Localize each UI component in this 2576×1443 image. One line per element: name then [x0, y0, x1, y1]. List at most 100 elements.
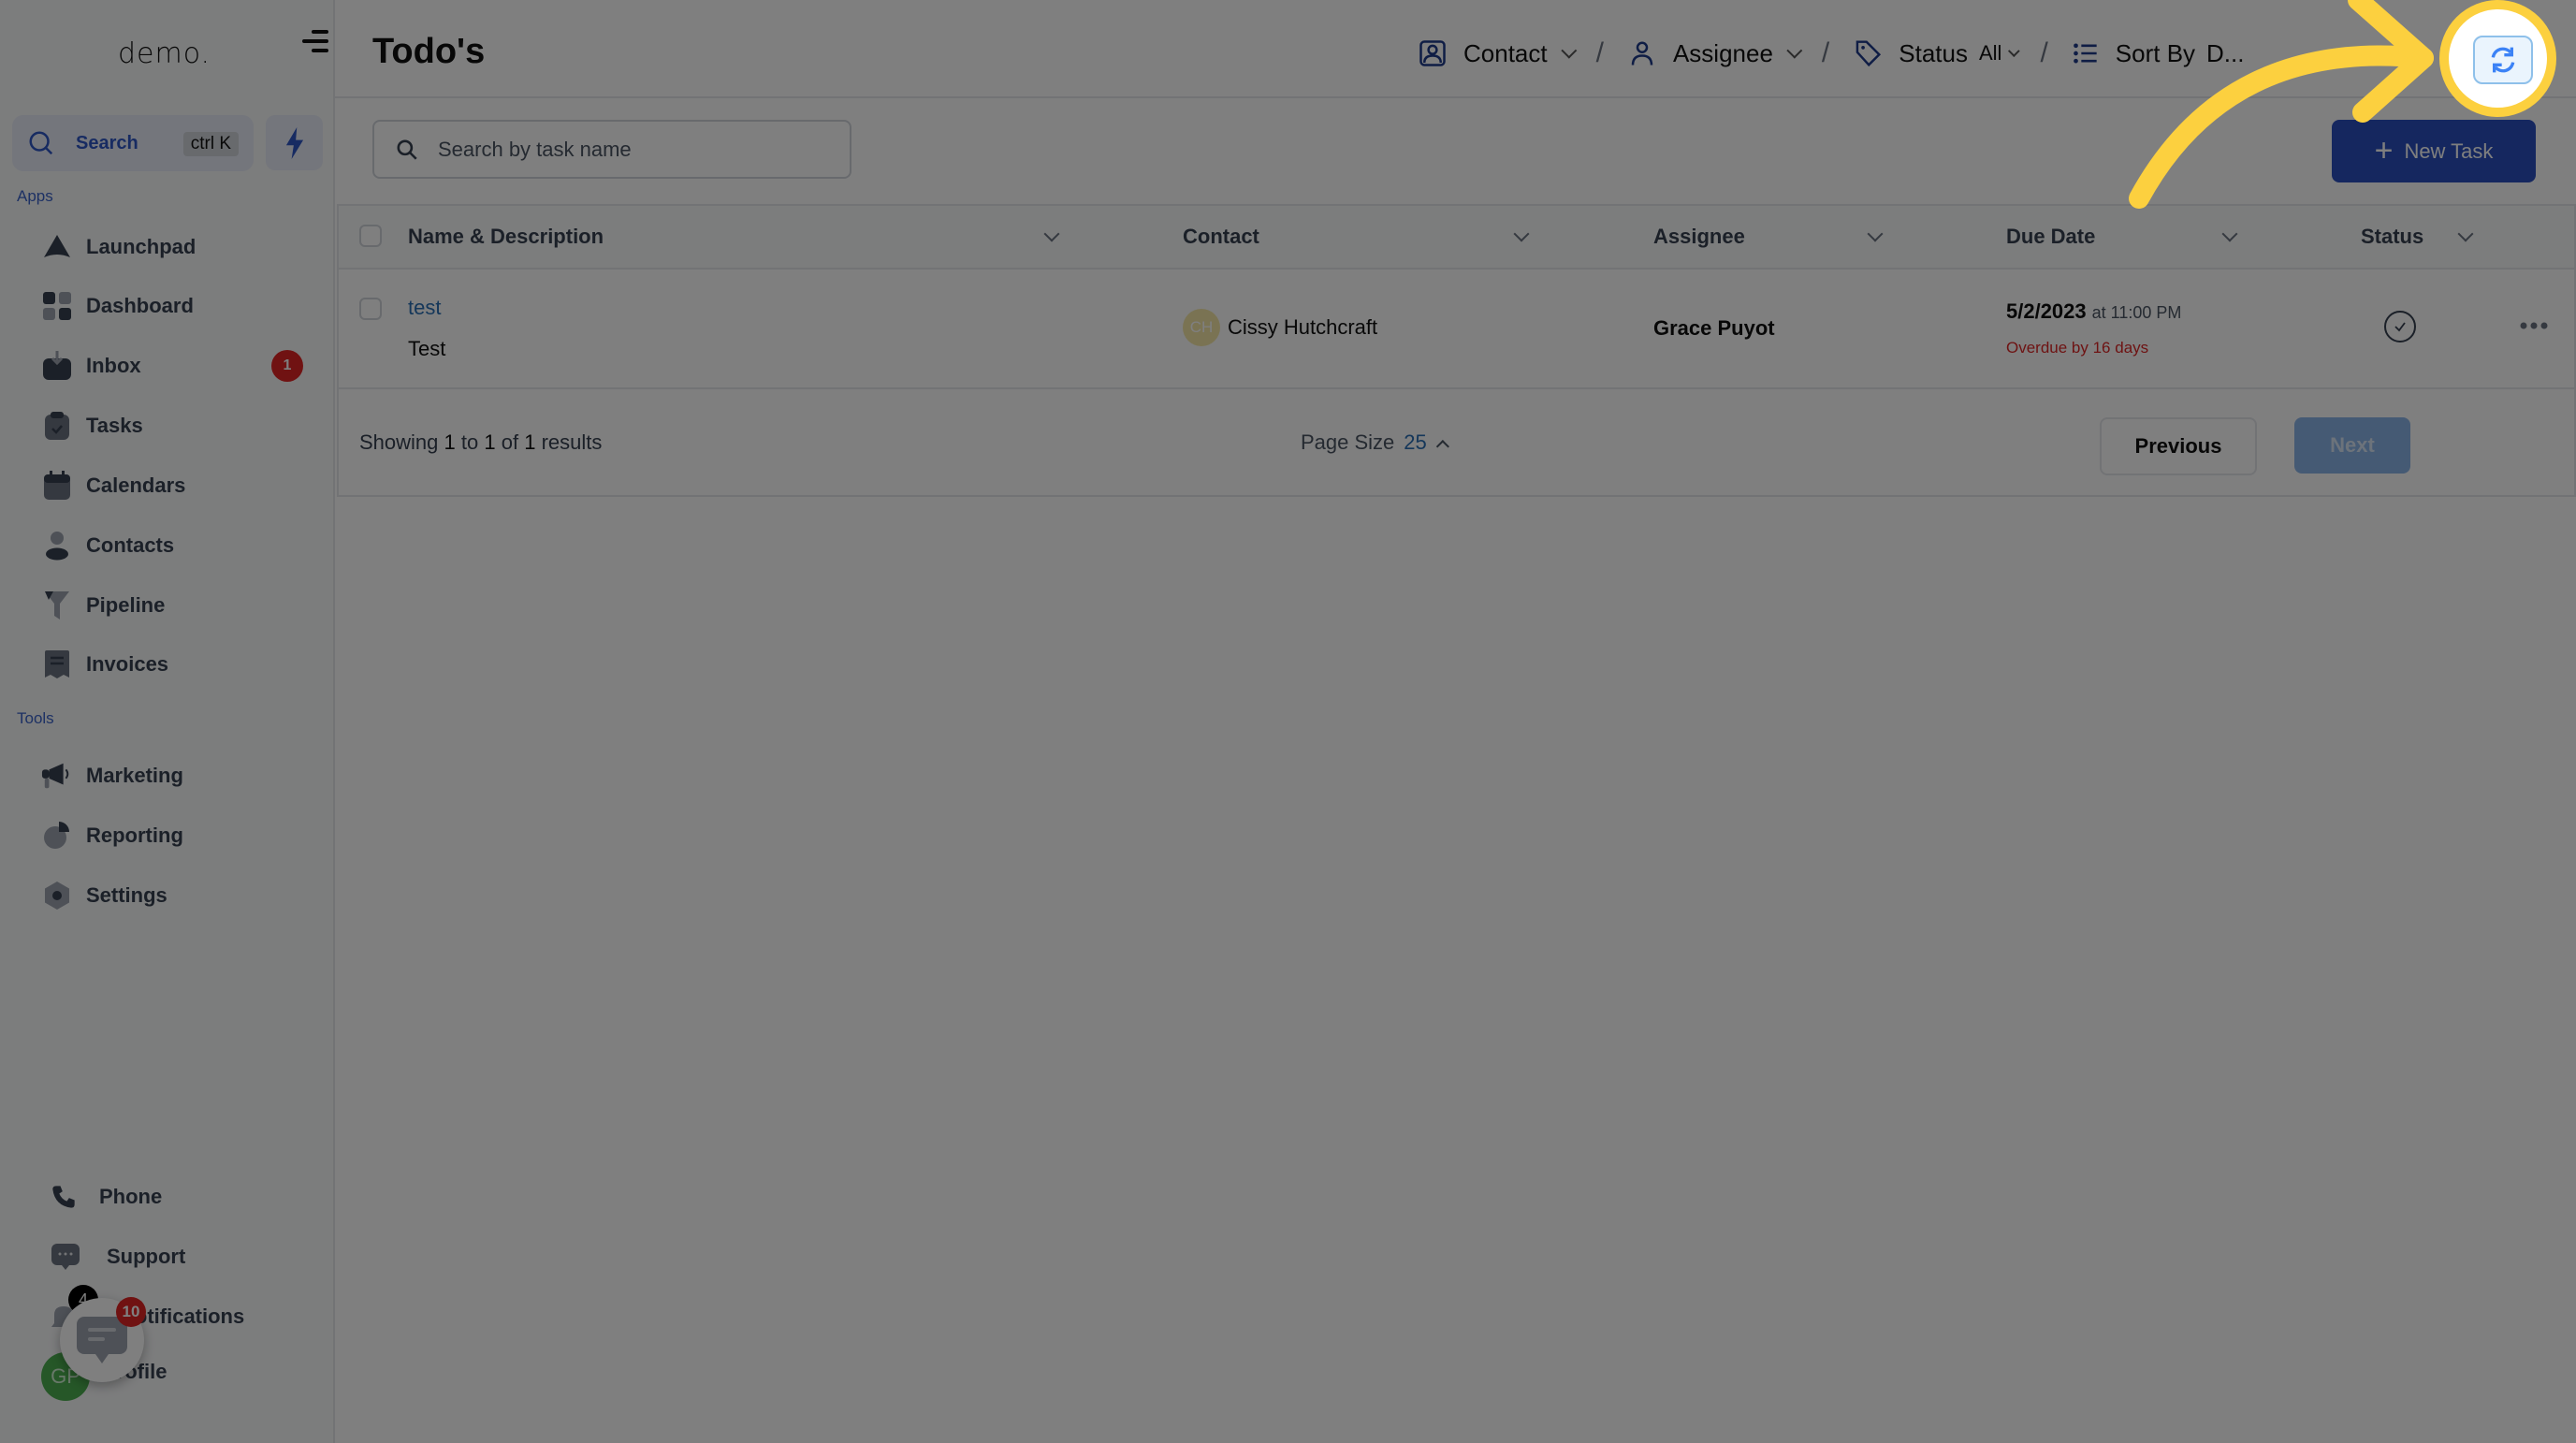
- menu-icon-bar: [302, 39, 328, 43]
- sidebar-item-dashboard[interactable]: Dashboard: [41, 284, 303, 328]
- menu-icon-bar: [312, 49, 328, 52]
- tools-section-label: Tools: [17, 709, 54, 727]
- person-icon: [41, 530, 73, 561]
- mark-complete-button[interactable]: [2384, 311, 2416, 343]
- lightning-icon: [285, 126, 303, 159]
- apps-section-label: Apps: [17, 187, 53, 205]
- filter-separator: /: [2040, 37, 2048, 68]
- chevron-down-icon[interactable]: [1043, 226, 1060, 242]
- sidebar-item-label: Contacts: [86, 533, 175, 557]
- select-all-checkbox[interactable]: [359, 225, 382, 247]
- sidebar-item-phone[interactable]: Phone: [51, 1175, 162, 1218]
- phone-icon: [52, 1186, 75, 1208]
- search-icon: [29, 131, 53, 155]
- megaphone-icon: [41, 760, 73, 792]
- contact-filter[interactable]: Contact: [1419, 38, 1577, 68]
- contact-cell[interactable]: CH Cissy Hutchcraft: [1183, 309, 1377, 346]
- status-filter-label: Status: [1899, 38, 1968, 67]
- results-text: results: [541, 430, 603, 454]
- assignee-filter[interactable]: Assignee: [1628, 38, 1803, 68]
- pie-chart-icon: [41, 820, 73, 852]
- of-text: of: [501, 430, 519, 454]
- assignee-name: Grace Puyot: [1653, 316, 1775, 340]
- previous-page-button[interactable]: Previous: [2100, 417, 2257, 475]
- sidebar: demo. Search ctrl K Apps Launchpad Dashb…: [0, 0, 335, 1443]
- sidebar-item-label: Inbox: [86, 354, 141, 377]
- due-date: 5/2/2023 at 11:00 PM: [2006, 299, 2181, 324]
- page-size-selector[interactable]: Page Size 25: [1301, 430, 1449, 455]
- next-page-button[interactable]: Next: [2294, 417, 2410, 474]
- showing-text: Showing: [359, 430, 439, 454]
- sidebar-item-label: Marketing: [86, 764, 183, 787]
- refresh-icon: [2491, 47, 2515, 73]
- quick-actions-button[interactable]: [266, 115, 323, 170]
- logo: demo.: [118, 37, 211, 70]
- new-task-button[interactable]: + New Task: [2332, 120, 2536, 182]
- chevron-up-icon: [1435, 440, 1449, 454]
- column-header-status[interactable]: Status: [2361, 225, 2423, 249]
- column-header-assignee[interactable]: Assignee: [1653, 225, 1745, 249]
- table-row: test Test CH Cissy Hutchcraft Grace Puyo…: [339, 270, 2574, 389]
- to-text: to: [460, 430, 479, 454]
- row-checkbox[interactable]: [359, 298, 382, 320]
- sidebar-item-inbox[interactable]: Inbox 1: [41, 343, 303, 388]
- more-options-button[interactable]: [2519, 313, 2549, 331]
- sidebar-item-pipeline[interactable]: Pipeline: [41, 583, 303, 628]
- sort-by-dropdown[interactable]: Sort By D...: [2073, 38, 2377, 68]
- page-size-label: Page Size: [1301, 430, 1395, 454]
- funnel-icon: [41, 590, 73, 621]
- sidebar-item-launchpad[interactable]: Launchpad: [41, 225, 303, 270]
- sidebar-item-contacts[interactable]: Contacts: [41, 523, 303, 568]
- refresh-button[interactable]: [2473, 36, 2533, 84]
- sidebar-item-label: Tasks: [86, 414, 143, 437]
- status-filter-value: All: [1978, 41, 2002, 65]
- tag-icon: [1856, 40, 1882, 67]
- contact-filter-label: Contact: [1463, 38, 1548, 67]
- grid-icon: [41, 290, 73, 322]
- sidebar-item-label: Phone: [99, 1185, 163, 1208]
- results-summary: Showing 1 to 1 of 1 results: [359, 430, 602, 455]
- chevron-down-icon[interactable]: [1867, 226, 1884, 242]
- sidebar-item-calendars[interactable]: Calendars: [41, 463, 303, 508]
- sidebar-item-label: Calendars: [86, 474, 186, 497]
- search-icon: [397, 138, 417, 160]
- task-name-link[interactable]: test: [408, 296, 441, 320]
- rocket-icon: [41, 231, 73, 263]
- global-search-button[interactable]: Search ctrl K: [12, 115, 254, 171]
- chevron-down-icon[interactable]: [2457, 226, 2474, 242]
- sidebar-item-reporting[interactable]: Reporting: [41, 813, 303, 858]
- sidebar-item-label: Invoices: [86, 652, 169, 676]
- sidebar-item-label: Support: [107, 1245, 186, 1268]
- sort-by-label: Sort By: [2115, 38, 2196, 67]
- inbox-icon: [41, 350, 73, 382]
- column-header-due-date[interactable]: Due Date: [2006, 225, 2095, 249]
- chevron-down-icon[interactable]: [2221, 226, 2238, 242]
- task-search-field[interactable]: [372, 120, 851, 179]
- page-size-value: 25: [1404, 430, 1427, 454]
- task-search-input[interactable]: [438, 137, 812, 162]
- sidebar-item-support[interactable]: Support: [51, 1235, 185, 1278]
- inbox-unread-badge: 1: [271, 350, 303, 382]
- sidebar-item-settings[interactable]: Settings: [41, 873, 303, 918]
- chat-icon: [51, 1244, 80, 1270]
- list-icon: [2073, 43, 2097, 64]
- search-label: Search: [76, 132, 138, 153]
- assignee-filter-label: Assignee: [1672, 38, 1773, 67]
- sidebar-item-marketing[interactable]: Marketing: [41, 753, 303, 798]
- status-filter[interactable]: Status All: [1854, 38, 2021, 68]
- ellipsis-icon: [2520, 322, 2548, 329]
- overdue-label: Overdue by 16 days: [2006, 339, 2149, 357]
- column-header-name[interactable]: Name & Description: [408, 225, 604, 249]
- new-task-label: New Task: [2404, 138, 2494, 163]
- column-header-contact[interactable]: Contact: [1183, 225, 1259, 249]
- page-title: Todo's: [372, 32, 486, 71]
- results-from: 1: [444, 430, 456, 454]
- chevron-down-icon[interactable]: [1513, 226, 1530, 242]
- sidebar-item-tasks[interactable]: Tasks: [41, 403, 303, 448]
- sidebar-item-label: Settings: [86, 883, 167, 907]
- gear-icon: [41, 880, 73, 911]
- collapse-sidebar-button[interactable]: [302, 28, 328, 54]
- sidebar-item-invoices[interactable]: Invoices: [41, 642, 303, 687]
- sidebar-item-label: Dashboard: [86, 294, 194, 317]
- chevron-down-icon: [2008, 44, 2021, 57]
